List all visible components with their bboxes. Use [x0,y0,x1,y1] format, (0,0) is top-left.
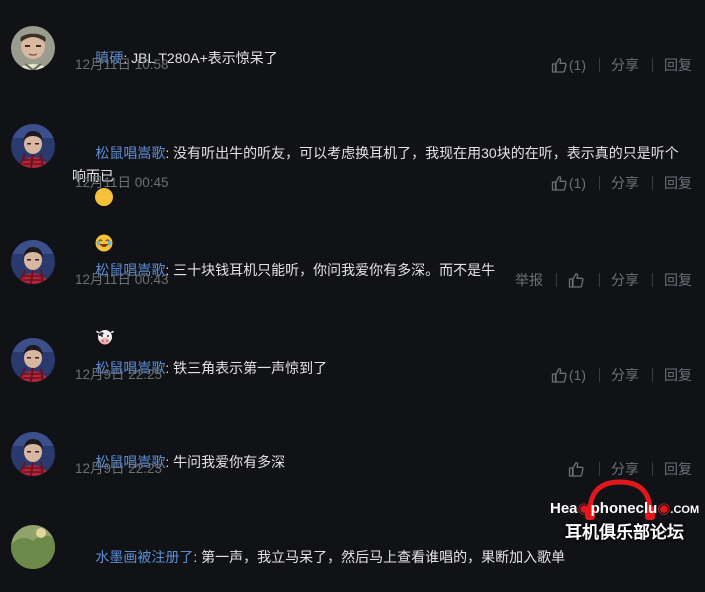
action-divider [599,273,600,287]
like-count: (1) [568,175,586,191]
thumbs-up-icon [551,58,567,73]
action-divider [652,273,653,287]
action-divider [652,176,653,190]
like-button[interactable]: (1) [551,367,586,383]
action-divider [599,58,600,72]
action-divider [556,273,557,287]
report-button[interactable]: 举报 [515,270,543,290]
username-separator: : [193,549,202,565]
avatar-plaid-icon[interactable] [11,240,55,284]
watermark-logo-text: Hea◉phoneclu◉.COM [550,499,699,517]
avatar-plaid-icon[interactable] [11,338,55,382]
watermark-logo-dot: ◉ [577,500,591,517]
reply-button[interactable]: 回复 [664,365,692,385]
watermark-cn-text: 耳机俱乐部论坛 [565,523,684,542]
avatar-plaid-icon[interactable] [11,124,55,168]
comment-text: 铁三角表示第一声惊到了 [173,360,328,376]
like-count: (1) [568,367,586,383]
action-divider [652,58,653,72]
comment-timestamp: 12月9日 22:25 [75,367,163,382]
like-button[interactable]: (1) [551,57,586,73]
avatar-plaid-icon[interactable] [11,432,55,476]
share-button[interactable]: 分享 [611,459,639,479]
comment-timestamp: 12月11日 00:45 [75,175,169,190]
comment-text: 第一声，我立马呆了，然后马上查看谁唱的，果断加入歌单 [201,549,566,565]
username-separator: : [165,145,174,161]
thumbs-up-icon [568,273,584,288]
watermark-logo-tail: .COM [670,504,700,516]
thumbs-up-icon [551,368,567,383]
like-count: (1) [568,57,586,73]
action-divider [599,176,600,190]
thumbs-up-icon [551,176,567,191]
action-divider [599,368,600,382]
like-button[interactable]: (1) [551,175,586,191]
comment-text: 牛问我爱你有多深 [173,454,286,470]
watermark-logo-dot: ◉ [657,500,671,517]
action-divider [599,462,600,476]
reply-button[interactable]: 回复 [664,173,692,193]
comment-text: 三十块钱耳机只能听，你问我爱你有多深。而不是牛 [173,262,496,278]
like-button[interactable] [568,461,586,477]
username-link[interactable]: 水墨画被注册了 [95,549,193,565]
username-separator: : [165,360,174,376]
comment-actions: (1) 分享 回复 [551,55,692,75]
reply-button[interactable]: 回复 [664,55,692,75]
watermark-logo-suffix: phoneclu [590,500,658,517]
thumbs-up-icon [568,462,584,477]
avatar-landscape-icon[interactable] [11,525,55,569]
action-divider [652,462,653,476]
like-button[interactable] [568,272,586,288]
username-link[interactable]: 松鼠唱嵩歌 [95,145,165,161]
action-divider [652,368,653,382]
comment-actions: 分享 回复 [568,459,692,479]
comment-timestamp: 12月11日 00:43 [75,272,169,287]
avatar-boy-icon[interactable] [11,26,55,70]
comment-actions: 举报 分享 回复 [515,270,692,290]
comment-actions: (1) 分享 回复 [551,365,692,385]
comment-list: 瞋硬: JBL T280A+表示惊呆了 12月11日 10:58 (1) 分享 … [0,0,705,569]
comment-timestamp: 12月9日 22:23 [75,461,163,476]
share-button[interactable]: 分享 [611,270,639,290]
reply-button[interactable]: 回复 [664,459,692,479]
share-button[interactable]: 分享 [611,365,639,385]
share-button[interactable]: 分享 [611,173,639,193]
watermark-logo-prefix: Hea [550,500,578,517]
comment-actions: (1) 分享 回复 [551,173,692,193]
username-separator: : [165,454,174,470]
share-button[interactable]: 分享 [611,55,639,75]
headphoneclub-watermark: Hea◉phoneclu◉.COM 耳机俱乐部论坛 [540,478,705,542]
reply-button[interactable]: 回复 [664,270,692,290]
comment-timestamp: 12月11日 10:58 [75,57,169,72]
